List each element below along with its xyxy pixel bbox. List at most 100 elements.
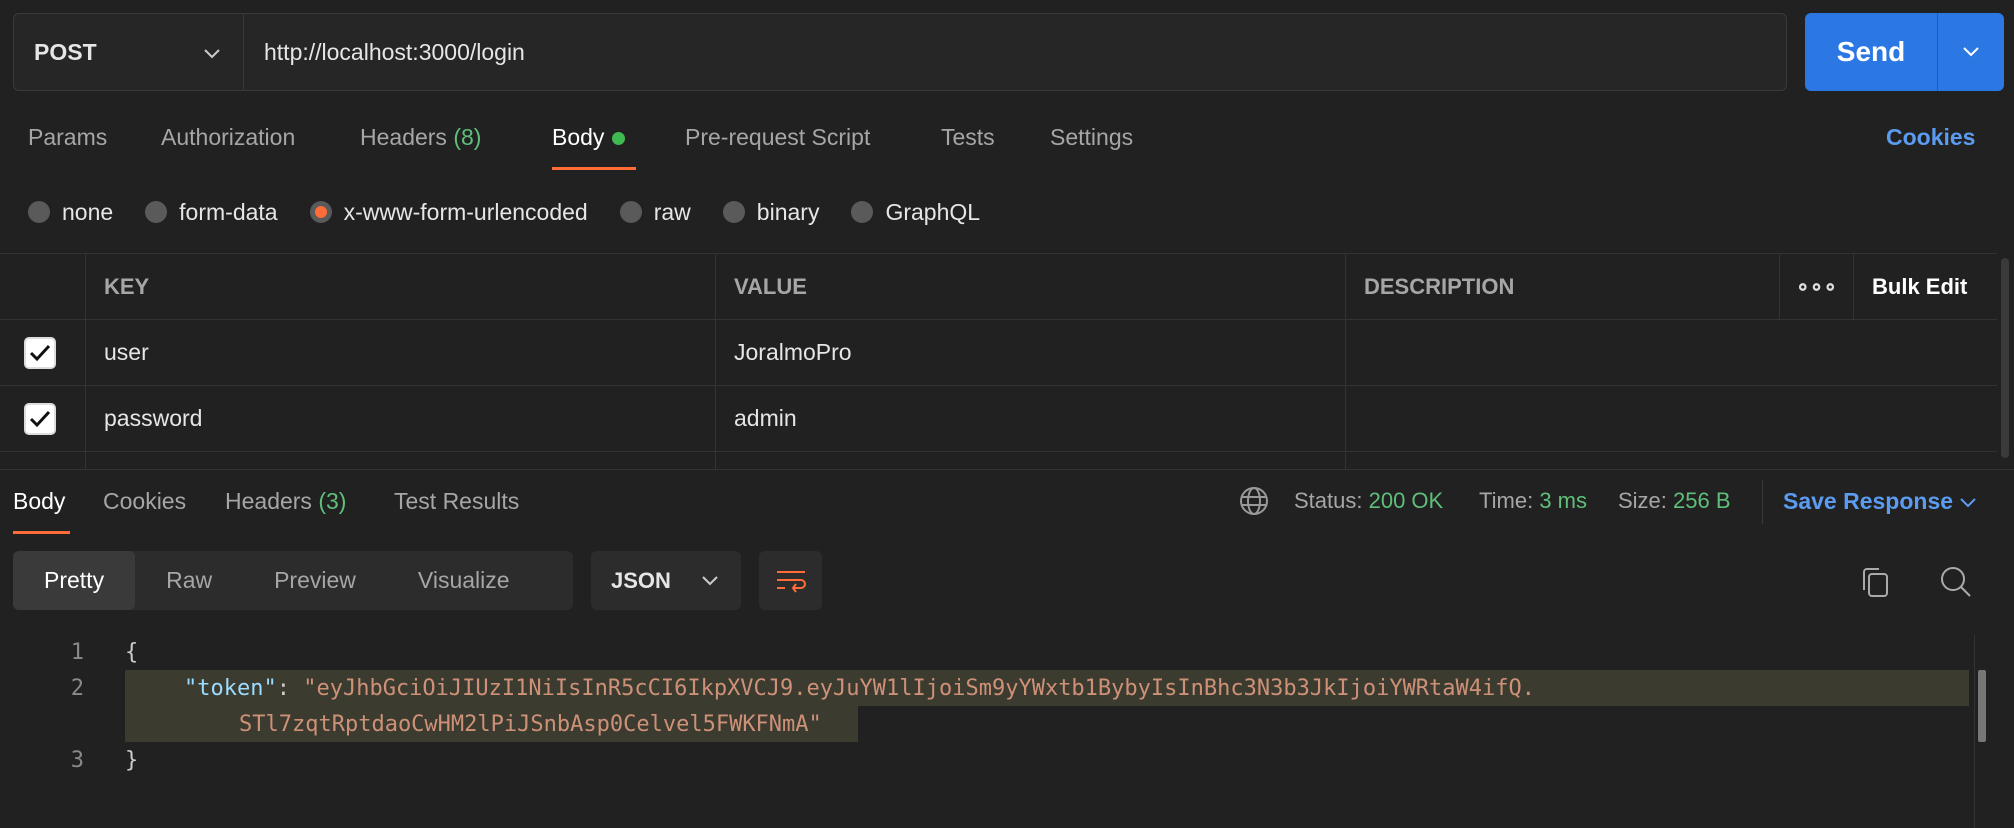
radio-label: form-data [179, 198, 278, 225]
table-row-empty [0, 452, 1997, 469]
row-checkbox[interactable] [24, 336, 56, 369]
more-options-button[interactable]: ∘∘∘ [1779, 254, 1853, 319]
table-row: password admin [0, 386, 1997, 452]
header-key: KEY [85, 254, 715, 319]
radio-label: x-www-form-urlencoded [343, 198, 588, 225]
row-checkbox[interactable] [24, 402, 56, 435]
active-tab-underline [552, 167, 636, 170]
row-description-empty[interactable] [1345, 452, 1997, 469]
view-raw[interactable]: Raw [135, 551, 243, 610]
table-scrollbar[interactable] [2001, 258, 2009, 458]
radio-circle [619, 201, 642, 223]
open-brace: { [125, 640, 139, 665]
resp-tab-headers[interactable]: Headers (3) [225, 488, 346, 515]
save-response-button[interactable]: Save Response [1783, 488, 1977, 515]
radio-circle [28, 201, 50, 223]
tab-pre-request-script[interactable]: Pre-request Script [685, 124, 870, 151]
copy-icon[interactable] [1860, 566, 1890, 604]
row-value-empty[interactable] [715, 452, 1345, 469]
radio-binary[interactable]: binary [722, 198, 820, 226]
resp-tab-test-results[interactable]: Test Results [394, 488, 519, 515]
radio-graphql[interactable]: GraphQL [851, 199, 980, 226]
row-value[interactable]: JoralmoPro [715, 320, 1345, 385]
radio-none[interactable]: none [28, 199, 113, 226]
tab-tests[interactable]: Tests [941, 124, 995, 151]
resp-headers-count: (3) [318, 488, 347, 514]
send-button-group: Send [1805, 13, 2004, 91]
headers-count: (8) [453, 124, 482, 150]
row-description[interactable] [1345, 386, 1997, 451]
separator [1762, 480, 1763, 524]
status-value: 200 OK [1368, 488, 1444, 513]
row-key[interactable]: user [85, 320, 715, 385]
tab-body-label: Body [552, 124, 605, 150]
tab-settings[interactable]: Settings [1050, 124, 1133, 151]
format-label: JSON [611, 567, 671, 593]
view-visualize[interactable]: Visualize [387, 551, 541, 610]
chevron-down-icon [1963, 47, 1979, 57]
send-button[interactable]: Send [1805, 13, 1938, 91]
editor-scrollbar[interactable] [1974, 635, 1988, 828]
search-icon[interactable] [1940, 566, 1972, 604]
token-line: "token": "eyJhbGciOiJIUzI1NiIsInR5cCI6Ik… [184, 676, 1535, 701]
active-tab-underline [13, 531, 70, 534]
row-key-empty[interactable] [85, 452, 715, 469]
size-value: 256 B [1673, 488, 1731, 513]
tab-params[interactable]: Params [28, 124, 107, 151]
token-value-part1: "eyJhbGciOiJIUzI1NiIsInR5cCI6IkpXVCJ9.ey… [303, 676, 1536, 701]
scrollbar-thumb[interactable] [1978, 670, 1986, 742]
resp-tab-cookies[interactable]: Cookies [103, 488, 186, 515]
status-info: Status: 200 OK [1294, 488, 1443, 514]
send-options-button[interactable] [1938, 13, 2004, 91]
row-description[interactable] [1345, 320, 1997, 385]
params-table: KEY VALUE DESCRIPTION ∘∘∘ Bulk Edit user… [0, 253, 1997, 469]
radio-raw[interactable]: raw [619, 198, 691, 226]
url-input[interactable]: http://localhost:3000/login [244, 39, 525, 66]
radio-label: GraphQL [885, 198, 981, 225]
body-type-radios: none form-data x-www-form-urlencoded raw… [28, 196, 1012, 228]
tab-authorization[interactable]: Authorization [161, 124, 295, 151]
size-info: Size: 256 B [1618, 488, 1731, 514]
row-value[interactable]: admin [715, 386, 1345, 451]
wrap-lines-button[interactable] [759, 551, 822, 610]
cookies-link[interactable]: Cookies [1886, 124, 1975, 151]
chevron-down-icon [1960, 498, 1977, 508]
method-label: POST [34, 38, 97, 65]
tab-headers[interactable]: Headers (8) [360, 124, 481, 151]
view-preview[interactable]: Preview [243, 551, 387, 610]
radio-label: none [62, 198, 114, 225]
radio-label: raw [653, 198, 691, 225]
table-header: KEY VALUE DESCRIPTION ∘∘∘ Bulk Edit [0, 254, 1997, 320]
status-label: Status: [1294, 488, 1363, 513]
bulk-edit-button[interactable]: Bulk Edit [1853, 254, 1997, 319]
radio-circle [722, 201, 745, 223]
line-number: 1 [70, 640, 84, 665]
time-label: Time: [1479, 488, 1534, 513]
body-indicator-dot [612, 132, 626, 146]
request-tabs: Params Authorization Headers (8) Body Pr… [0, 124, 2014, 170]
radio-x-www-form-urlencoded[interactable]: x-www-form-urlencoded [309, 198, 588, 226]
response-body-editor[interactable]: 1 2 3 { "token": "eyJhbGciOiJIUzI1NiIsIn… [0, 635, 1974, 828]
time-info: Time: 3 ms [1479, 488, 1587, 514]
row-key[interactable]: password [85, 386, 715, 451]
resp-headers-label: Headers [225, 488, 312, 514]
size-label: Size: [1618, 488, 1667, 513]
view-pretty[interactable]: Pretty [13, 551, 136, 610]
url-bar: POST http://localhost:3000/login [13, 13, 1787, 91]
chevron-down-icon [203, 39, 221, 66]
radio-form-data[interactable]: form-data [145, 198, 278, 226]
close-brace: } [125, 748, 139, 773]
radio-label: binary [756, 198, 820, 225]
radio-circle-selected [309, 201, 332, 223]
globe-icon[interactable] [1239, 486, 1269, 522]
tab-body[interactable]: Body [552, 124, 626, 151]
json-key: "token" [184, 676, 277, 701]
wrap-icon [776, 570, 806, 593]
response-tabs: Body Cookies Headers (3) Test Results St… [0, 480, 2014, 534]
pane-divider[interactable] [0, 469, 2014, 470]
format-select[interactable]: JSON [591, 551, 741, 610]
resp-tab-body[interactable]: Body [13, 488, 65, 515]
save-response-label: Save Response [1783, 488, 1954, 514]
tab-headers-label: Headers [360, 124, 447, 150]
method-select[interactable]: POST [14, 14, 244, 90]
